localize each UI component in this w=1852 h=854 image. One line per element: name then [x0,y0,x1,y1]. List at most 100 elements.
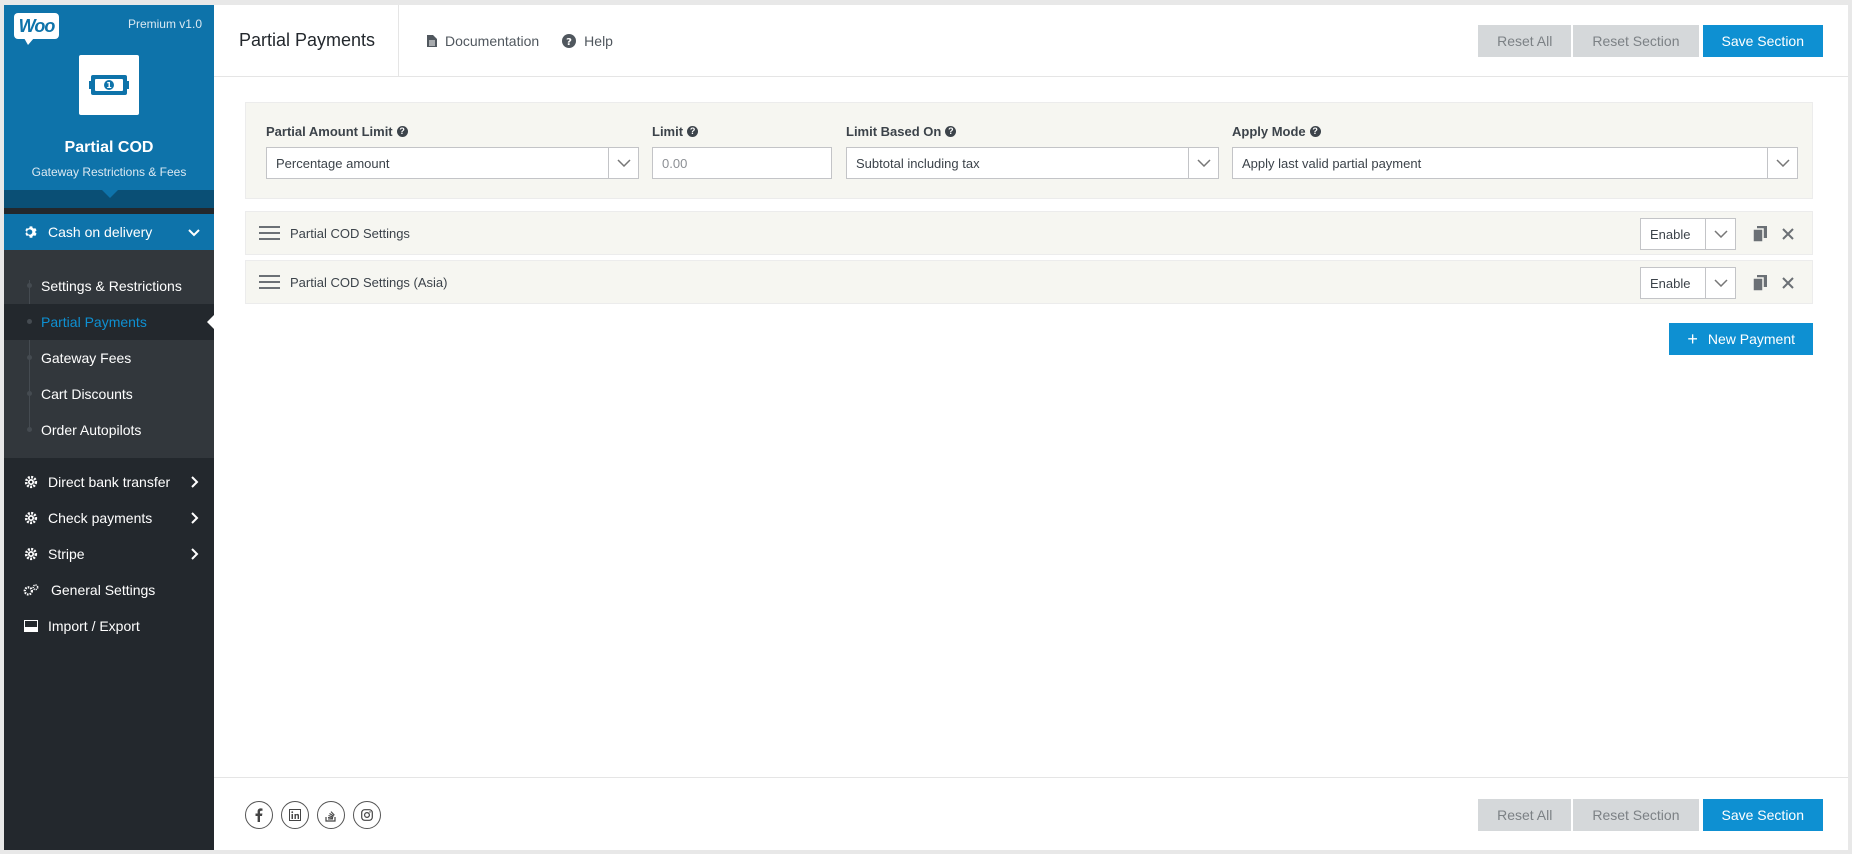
submenu-label: Cart Discounts [41,386,133,402]
payment-row[interactable]: Partial COD Settings Enable [245,211,1813,255]
gear-icon [23,224,39,240]
field-label: Limit Based On [846,123,942,139]
top-bar: Partial Payments Documentation ? Help Re… [214,4,1848,77]
select-value: Percentage amount [276,155,390,171]
reset-all-button[interactable]: Reset All [1478,25,1572,57]
facebook-icon[interactable] [245,801,273,829]
close-icon[interactable] [1774,220,1802,248]
limit-based-on-field: Limit Based On? Subtotal including tax [846,123,1219,179]
new-payment-button[interactable]: + New Payment [1669,323,1813,355]
chevron-down-icon [608,148,638,178]
reset-all-button[interactable]: Reset All [1478,799,1572,831]
chevron-right-icon [191,548,199,560]
partial-amount-limit-field: Partial Amount Limit? Percentage amount [266,123,639,179]
sidebar-item-check-payments[interactable]: Check payments [4,500,214,536]
partial-amount-limit-select[interactable]: Percentage amount [266,147,639,179]
reset-section-button[interactable]: Reset Section [1573,799,1699,831]
limit-input[interactable]: 0.00 [652,147,832,179]
gears-icon [23,582,39,598]
sidebar-item-general-settings[interactable]: General Settings [4,572,214,608]
sidebar-item-label: General Settings [51,582,156,598]
help-icon[interactable]: ? [1309,125,1321,137]
drag-handle-icon[interactable] [259,226,280,240]
submenu-label: Order Autopilots [41,422,142,438]
version-label: Premium v1.0 [127,17,202,31]
reset-section-button[interactable]: Reset Section [1573,25,1699,57]
plugin-subtitle: Gateway Restrictions & Fees [31,165,187,179]
submenu-item-partial-payments[interactable]: Partial Payments [4,304,215,340]
sidebar-item-cash-on-delivery[interactable]: Cash on delivery [4,214,214,250]
apply-mode-select[interactable]: Apply last valid partial payment [1232,147,1798,179]
instagram-icon[interactable] [353,801,381,829]
gear-icon [23,474,39,490]
duplicate-icon[interactable] [1746,269,1774,297]
documentation-label: Documentation [445,32,540,49]
submenu-label: Gateway Fees [41,350,132,366]
payment-status-select[interactable]: Enable [1640,267,1736,299]
help-icon[interactable]: ? [687,125,699,137]
plugin-name: Partial COD [64,139,154,156]
linkedin-icon[interactable] [281,801,309,829]
field-label: Limit [652,123,684,139]
payment-row[interactable]: Partial COD Settings (Asia) Enable [245,260,1813,304]
main-panel: Partial Payments Documentation ? Help Re… [214,4,1848,850]
sidebar-item-label: Stripe [48,546,85,562]
new-payment-label: New Payment [1707,331,1795,347]
documentation-link[interactable]: Documentation [427,33,539,49]
submenu-item-gateway-fees[interactable]: Gateway Fees [4,340,214,376]
chevron-down-icon [1767,148,1797,178]
footer-actions: Reset All Reset Section Save Section [1478,799,1823,831]
svg-text:?: ? [566,37,572,48]
chevron-right-icon [191,476,199,488]
save-section-button[interactable]: Save Section [1702,799,1823,831]
duplicate-icon[interactable] [1746,220,1774,248]
help-label: Help [584,32,613,49]
sidebar-item-label: Import / Export [48,618,140,634]
drag-handle-icon[interactable] [259,275,280,289]
sidebar-item-label: Cash on delivery [48,224,153,240]
submenu-item-cart-discounts[interactable]: Cart Discounts [4,376,214,412]
submenu-item-settings-restrictions[interactable]: Settings & Restrictions [4,268,214,304]
page-title: Partial Payments [214,4,399,77]
submenu-label: Partial Payments [41,314,147,330]
close-icon[interactable] [1774,269,1802,297]
help-link[interactable]: ? Help [562,33,613,49]
select-value: Apply last valid partial payment [1242,155,1422,171]
footer: Reset All Reset Section Save Section [214,777,1848,850]
chevron-down-icon [1705,219,1735,249]
payment-title: Partial COD Settings (Asia) [290,274,448,290]
import-export-icon [23,618,39,634]
stackoverflow-icon[interactable] [317,801,345,829]
app-frame: Woo Premium v1.0 1 Partial COD Gateway R… [4,4,1848,850]
field-label: Partial Amount Limit [266,123,393,139]
payment-status-select[interactable]: Enable [1640,218,1736,250]
header-actions: Reset All Reset Section Save Section [1478,25,1823,57]
partial-limit-settings: Partial Amount Limit? Percentage amount … [245,102,1813,199]
document-icon [427,34,437,47]
plus-icon: + [1687,329,1698,349]
help-icon: ? [562,33,577,48]
content-area: Partial Amount Limit? Percentage amount … [214,77,1848,304]
limit-field: Limit? 0.00 [652,123,832,179]
brand-pointer [102,190,118,198]
sidebar-item-direct-bank-transfer[interactable]: Direct bank transfer [4,464,214,500]
payment-title: Partial COD Settings [290,225,410,241]
gear-icon [23,546,39,562]
help-icon[interactable]: ? [945,125,957,137]
select-value: Enable [1650,275,1691,291]
svg-text:1: 1 [106,81,112,90]
field-label: Apply Mode [1232,123,1306,139]
submenu-item-order-autopilots[interactable]: Order Autopilots [4,412,214,448]
save-section-button[interactable]: Save Section [1702,25,1823,57]
submenu-label: Settings & Restrictions [41,278,182,294]
chevron-down-icon [188,229,200,237]
woo-logo: Woo [14,13,59,45]
chevron-right-icon [191,512,199,524]
social-links [245,801,381,829]
sidebar-item-label: Check payments [48,510,153,526]
sidebar-item-stripe[interactable]: Stripe [4,536,214,572]
help-icon[interactable]: ? [396,125,408,137]
select-value: Enable [1650,226,1691,242]
limit-based-on-select[interactable]: Subtotal including tax [846,147,1219,179]
sidebar-item-import-export[interactable]: Import / Export [4,608,214,644]
